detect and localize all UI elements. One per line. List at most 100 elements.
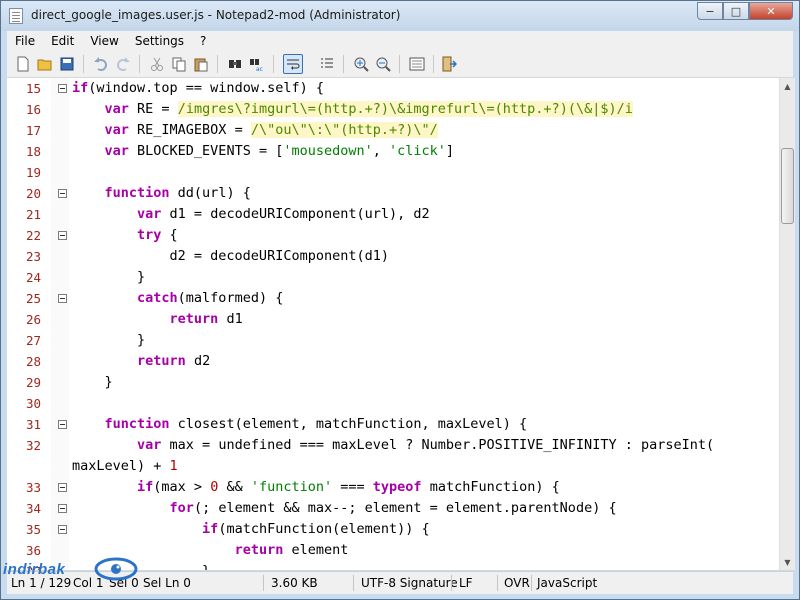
line-number: 16 (25, 102, 41, 117)
undo-icon[interactable] (91, 54, 111, 74)
close-button[interactable]: ✕ (749, 2, 793, 20)
code-line[interactable]: 21 var d1 = decodeURIComponent(url), d2 (7, 204, 779, 225)
status-file-size: 3.60 KB (271, 576, 318, 590)
line-number: 19 (25, 165, 41, 180)
line-number: 30 (25, 396, 41, 411)
line-number: 21 (25, 207, 41, 222)
status-overwrite[interactable]: OVR (504, 576, 530, 590)
code-line[interactable]: 32 var max = undefined === maxLevel ? Nu… (7, 435, 779, 456)
open-icon[interactable] (35, 54, 55, 74)
new-icon[interactable] (13, 54, 33, 74)
zoom-out-icon[interactable] (373, 54, 393, 74)
code-line[interactable]: 28 return d2 (7, 351, 779, 372)
redo-icon[interactable] (113, 54, 133, 74)
code-line[interactable]: 35 if(matchFunction(element)) { (7, 519, 779, 540)
line-number: 24 (25, 270, 41, 285)
fold-toggle-icon[interactable] (58, 294, 67, 303)
code-line[interactable]: 29 } (7, 372, 779, 393)
find-icon[interactable] (225, 54, 245, 74)
line-number: 35 (25, 522, 41, 537)
window-controls: − □ ✕ (697, 2, 793, 22)
code-text: } (72, 269, 146, 285)
code-text: maxLevel) + 1 (72, 458, 178, 474)
code-text: if(max > 0 && 'function' === typeof matc… (137, 479, 560, 495)
menu-edit[interactable]: Edit (43, 34, 82, 48)
line-number: 17 (25, 123, 41, 138)
code-line[interactable]: 24 } (7, 267, 779, 288)
word-wrap-icon[interactable] (283, 54, 303, 74)
code-line[interactable]: 18 var BLOCKED_EVENTS = ['mousedown', 'c… (7, 141, 779, 162)
code-text: if(matchFunction(element)) { (202, 521, 430, 537)
code-line[interactable]: 34 for(; element && max--; element = ele… (7, 498, 779, 519)
code-line[interactable]: maxLevel) + 1 (7, 456, 779, 477)
line-number: 20 (25, 186, 41, 201)
fold-toggle-icon[interactable] (58, 84, 67, 93)
title-bar[interactable]: direct_google_images.user.js - Notepad2-… (1, 1, 799, 31)
menu-view[interactable]: View (82, 34, 126, 48)
code-text: var RE_IMAGEBOX = /\"ou\"\:\"(http.+?)\"… (104, 122, 438, 138)
status-lexer[interactable]: JavaScript (537, 576, 597, 590)
scroll-up-arrow-icon[interactable]: ▲ (780, 78, 795, 94)
code-line[interactable]: 25 catch(malformed) { (7, 288, 779, 309)
zoom-in-icon[interactable] (351, 54, 371, 74)
fold-toggle-icon[interactable] (58, 189, 67, 198)
line-number: 18 (25, 144, 41, 159)
code-line[interactable]: 15 if(window.top == window.self) { (7, 78, 779, 99)
code-text: } (72, 332, 146, 348)
replace-icon[interactable]: ac (247, 54, 267, 74)
line-number: 28 (25, 354, 41, 369)
status-line[interactable]: Ln 1 / 129 (11, 576, 71, 590)
code-text: var RE = /imgres\?imgurl\=(http.+?)\&img… (104, 101, 633, 117)
fold-toggle-icon[interactable] (58, 504, 67, 513)
fold-toggle-icon[interactable] (58, 483, 67, 492)
code-line[interactable]: 33 if(max > 0 && 'function' === typeof m… (7, 477, 779, 498)
status-encoding[interactable]: UTF-8 Signature (361, 576, 458, 590)
code-editor[interactable]: 15 if(window.top == window.self) {16 var … (7, 78, 779, 570)
app-window: direct_google_images.user.js - Notepad2-… (0, 0, 800, 600)
maximize-button[interactable]: □ (723, 2, 749, 20)
menu-settings[interactable]: Settings (127, 34, 192, 48)
code-text: var max = undefined === maxLevel ? Numbe… (137, 437, 715, 453)
code-text: var BLOCKED_EVENTS = ['mousedown', 'clic… (104, 143, 455, 159)
scheme-icon[interactable] (407, 54, 427, 74)
code-line[interactable]: 31 function closest(element, matchFuncti… (7, 414, 779, 435)
minimize-button[interactable]: − (697, 2, 723, 20)
paste-icon[interactable] (191, 54, 211, 74)
scroll-thumb[interactable] (781, 148, 794, 224)
code-text: return d2 (137, 353, 211, 369)
menu-bar: File Edit View Settings ? (7, 31, 793, 51)
vertical-scrollbar[interactable]: ▲ ▼ (779, 78, 795, 570)
exit-icon[interactable] (439, 54, 459, 74)
code-line[interactable]: 17 var RE_IMAGEBOX = /\"ou\"\:\"(http.+?… (7, 120, 779, 141)
code-text: } (72, 374, 113, 390)
code-line[interactable]: 22 try { (7, 225, 779, 246)
cut-icon[interactable] (147, 54, 167, 74)
fold-toggle-icon[interactable] (58, 231, 67, 240)
code-line[interactable]: 23 d2 = decodeURIComponent(d1) (7, 246, 779, 267)
code-line[interactable]: 16 var RE = /imgres\?imgurl\=(http.+?)\&… (7, 99, 779, 120)
fold-toggle-icon[interactable] (58, 525, 67, 534)
code-text: d2 = decodeURIComponent(d1) (72, 248, 389, 264)
fold-toggle-icon[interactable] (58, 420, 67, 429)
save-icon[interactable] (57, 54, 77, 74)
menu-help[interactable]: ? (192, 34, 214, 48)
toolbar: ac (7, 51, 793, 78)
scroll-down-arrow-icon[interactable]: ▼ (780, 554, 795, 570)
code-line[interactable]: 26 return d1 (7, 309, 779, 330)
code-line[interactable]: 20 function dd(url) { (7, 183, 779, 204)
code-text: if(window.top == window.self) { (72, 80, 324, 96)
code-line[interactable]: 27 } (7, 330, 779, 351)
code-text: try { (137, 227, 178, 243)
notepad-app-icon[interactable] (9, 8, 23, 24)
view-whitespace-icon[interactable] (317, 54, 337, 74)
status-line-endings[interactable]: LF (459, 576, 473, 590)
code-text: var d1 = decodeURIComponent(url), d2 (137, 206, 430, 222)
line-number: 26 (25, 312, 41, 327)
line-number: 31 (25, 417, 41, 432)
copy-icon[interactable] (169, 54, 189, 74)
watermark-text: indirbak (3, 561, 66, 578)
line-number: 29 (25, 375, 41, 390)
menu-file[interactable]: File (7, 34, 43, 48)
code-line[interactable]: 30 (7, 393, 779, 414)
code-line[interactable]: 19 (7, 162, 779, 183)
